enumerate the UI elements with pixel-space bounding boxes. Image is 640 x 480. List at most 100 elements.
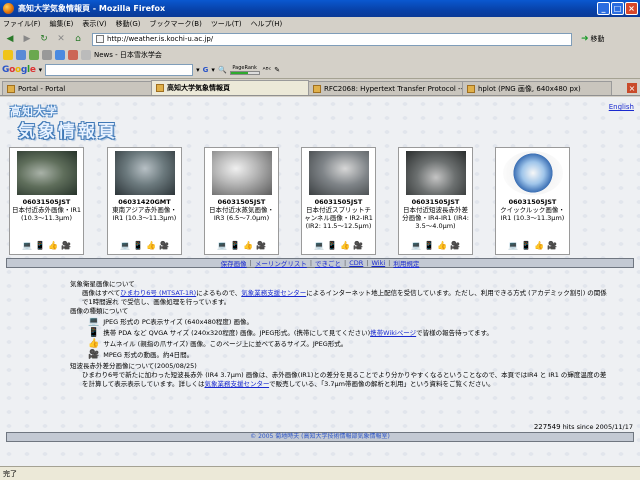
home-icon[interactable]: ⌂ <box>71 32 85 46</box>
satellite-thumbnail[interactable] <box>502 151 563 195</box>
menu-view[interactable]: 表示(V) <box>82 19 106 29</box>
pc-image-icon[interactable]: 💻 <box>120 241 130 250</box>
dropdown-icon-2[interactable]: ▾ <box>196 66 200 74</box>
movie-icon[interactable]: 🎥 <box>450 241 460 250</box>
tab-weather[interactable]: 高知大学気象情報頁 <box>151 80 309 95</box>
menu-tools[interactable]: ツール(T) <box>211 19 242 29</box>
highlight-icon[interactable]: ✎ <box>274 66 280 74</box>
satellite-thumbnail[interactable] <box>308 151 369 195</box>
tab-hplot[interactable]: hplot (PNG 画像, 640x480 px) <box>462 81 612 95</box>
minimize-button[interactable]: _ <box>597 2 610 15</box>
movie-icon[interactable]: 🎥 <box>61 241 71 250</box>
link-archive[interactable]: 保存画像 <box>221 258 247 268</box>
mobile-image-icon[interactable]: 📱 <box>230 241 240 250</box>
hit-count: 227549 <box>533 423 561 431</box>
type-mobile: 📱 携帯 PDA など QVGA サイズ (240x320程度) 画像。JPEG形… <box>88 328 493 338</box>
image-timestamp: 06031505JST <box>411 198 460 206</box>
movie-icon[interactable]: 🎥 <box>159 241 169 250</box>
hit-counter: 227549 hits since 2005/11/17 <box>534 423 633 431</box>
url-text: http://weather.is.kochi-u.ac.jp/ <box>107 35 214 43</box>
firefox-icon <box>3 3 14 14</box>
tab-rfc2068[interactable]: RFC2068: Hypertext Transfer Protocol --.… <box>308 81 463 95</box>
spellcheck-icon[interactable]: ᴬᴮᶜ <box>263 66 272 74</box>
bookmark-icon-1[interactable] <box>16 50 26 60</box>
satellite-thumbnail[interactable] <box>114 151 175 195</box>
menu-bookmarks[interactable]: ブックマーク(B) <box>150 19 202 29</box>
image-card: 06031505JST 日本付近スプリットチャンネル画像・IR2-IR1 (IR… <box>301 147 376 255</box>
back-icon[interactable]: ◀ <box>3 32 17 46</box>
type-pc: 💻 JPEG 形式の PC表示サイズ (640x480程度) 画像。 <box>88 317 253 327</box>
close-tab-icon[interactable]: × <box>627 83 637 93</box>
thumbnail-icon[interactable]: 👍 <box>340 241 350 250</box>
thumbnail-icon[interactable]: 👍 <box>534 241 544 250</box>
dropdown-icon[interactable]: ▾ <box>39 66 43 74</box>
link-cdr[interactable]: CDR <box>349 259 363 267</box>
mobile-image-icon[interactable]: 📱 <box>424 241 434 250</box>
link-jmbsc-2[interactable]: 気象業務支援センター <box>204 380 269 388</box>
satellite-thumbnail[interactable] <box>405 151 466 195</box>
pc-image-icon[interactable]: 💻 <box>314 241 324 250</box>
thumbnail-icon[interactable]: 👍 <box>243 241 253 250</box>
mobile-image-icon[interactable]: 📱 <box>521 241 531 250</box>
menu-help[interactable]: ヘルプ(H) <box>251 19 283 29</box>
smiley-icon[interactable] <box>3 50 13 60</box>
type-thumbnail: 👍 サムネイル (親指の爪サイズ) 画像。このページ上に並べてあるサイズ。JPEG… <box>88 339 348 349</box>
reload-icon[interactable]: ↻ <box>37 32 51 46</box>
bookmark-icon-2[interactable] <box>29 50 39 60</box>
google-logo[interactable]: Google <box>2 65 36 75</box>
menu-go[interactable]: 移動(G) <box>116 19 141 29</box>
link-mobile-wiki[interactable]: 携帯Wikiページ <box>370 329 416 337</box>
google-search-input[interactable] <box>45 64 194 76</box>
thumbnail-icon[interactable]: 👍 <box>48 241 58 250</box>
tab-portal[interactable]: Portal - Portal <box>2 81 152 95</box>
link-mailing-list[interactable]: メーリングリスト <box>255 258 307 268</box>
link-events[interactable]: できごと <box>315 258 341 268</box>
dropdown-icon-3[interactable]: ▾ <box>211 66 215 74</box>
movie-icon[interactable]: 🎥 <box>256 241 266 250</box>
movie-icon[interactable]: 🎥 <box>353 241 363 250</box>
movie-icon[interactable]: 🎥 <box>547 241 557 250</box>
thumbnail-icon[interactable]: 👍 <box>437 241 447 250</box>
pc-image-icon[interactable]: 💻 <box>22 241 32 250</box>
heading-image-types: 画像の種類について <box>70 307 129 315</box>
close-window-button[interactable]: × <box>625 2 638 15</box>
link-himawari[interactable]: ひまわり6号 (MTSAT-1R) <box>120 289 196 297</box>
forward-icon[interactable]: ▶ <box>20 32 34 46</box>
mobile-image-icon[interactable]: 📱 <box>35 241 45 250</box>
go-label: 移動 <box>590 35 605 43</box>
pc-image-icon[interactable]: 💻 <box>217 241 227 250</box>
bookmark-news[interactable]: News - 日本雪氷学会 <box>94 50 162 60</box>
bookmark-icon-3[interactable] <box>42 50 52 60</box>
stop-icon[interactable]: ✕ <box>54 32 68 46</box>
link-wiki[interactable]: Wiki <box>372 259 386 267</box>
site-logo[interactable]: 高知大学 気象情報頁 <box>6 103 134 142</box>
bookmark-icon-5[interactable] <box>68 50 78 60</box>
image-card: 06031505JST 日本付近水蒸気画像・IR3 (6.5～7.0μm) 💻 📱… <box>204 147 279 255</box>
status-bar: 完了 <box>0 466 640 480</box>
image-caption: 日本付近短波長赤外差分画像・IR4-IR1 (IR4: 3.5～4.0μm) <box>402 206 469 230</box>
google-go-button[interactable]: G <box>203 66 209 74</box>
maximize-button[interactable]: □ <box>611 2 624 15</box>
mobile-image-icon[interactable]: 📱 <box>133 241 143 250</box>
english-link[interactable]: English <box>609 103 634 111</box>
type-movie: 🎥 MPEG 形式の動画。約4日間。 <box>88 350 194 360</box>
mobile-image-icon[interactable]: 📱 <box>327 241 337 250</box>
logo-title: 気象情報頁 <box>18 122 118 142</box>
search-site-icon[interactable]: 🔍 <box>218 66 227 74</box>
pc-image-icon[interactable]: 💻 <box>508 241 518 250</box>
satellite-thumbnail[interactable] <box>211 151 272 195</box>
rss-icon[interactable] <box>81 50 91 60</box>
satellite-thumbnail[interactable] <box>16 151 77 195</box>
satellite-image-cards: 06031505JST 日本付近赤外画像・IR1 (10.3～11.3μm) 💻… <box>9 147 629 255</box>
bookmark-icon-4[interactable] <box>55 50 65 60</box>
footer-copyright[interactable]: © 2005 菊地時夫 (高知大学技術情報部気象情報室) <box>6 432 634 442</box>
go-button[interactable]: ➜ 移動 <box>581 34 605 44</box>
url-bar[interactable]: http://weather.is.kochi-u.ac.jp/ <box>92 32 572 46</box>
pc-image-icon[interactable]: 💻 <box>411 241 421 250</box>
thumbnail-icon[interactable]: 👍 <box>146 241 156 250</box>
menu-edit[interactable]: 編集(E) <box>50 19 74 29</box>
link-jmbsc[interactable]: 気象業務支援センター <box>241 289 306 297</box>
link-terms[interactable]: 利用規定 <box>393 258 419 268</box>
menu-file[interactable]: ファイル(F) <box>3 19 41 29</box>
image-timestamp: 06031505JST <box>314 198 363 206</box>
